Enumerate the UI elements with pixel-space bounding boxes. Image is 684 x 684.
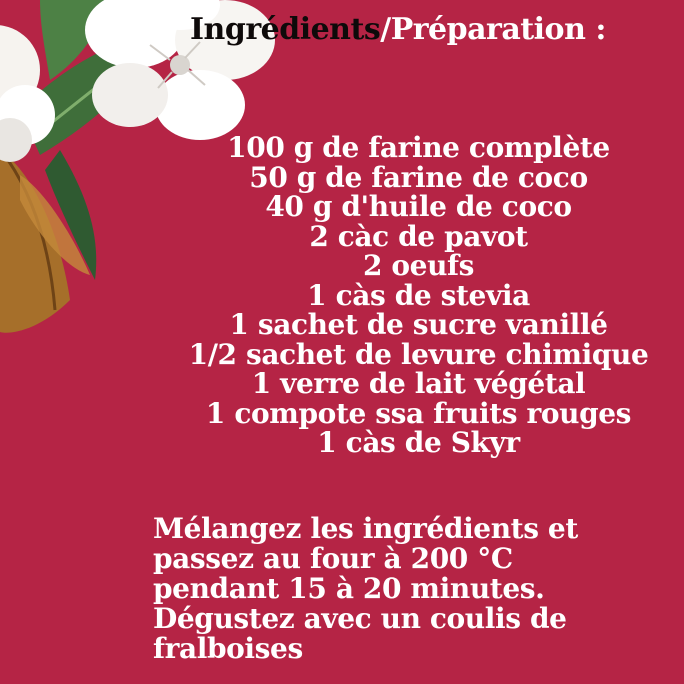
list-item: 2 càc de pavot xyxy=(309,219,528,253)
method-line: Mélangez les ingrédients et xyxy=(153,512,578,545)
method-line: pendant 15 à 20 minutes. xyxy=(153,572,545,605)
list-item: 100 g de farine complète xyxy=(227,131,610,164)
list-item: 2 oeufs xyxy=(362,249,475,282)
title-preparation: /Préparation : xyxy=(380,12,606,47)
method-line: Dégustez avec un coulis de xyxy=(153,602,567,635)
method-line: passez au four à 200 °C xyxy=(153,542,513,575)
list-item: 1 sachet de sucre vanillé xyxy=(229,308,608,341)
list-item: 40 g d'huile de coco xyxy=(265,190,572,223)
list-item: 1 compote ssa fruits rouges xyxy=(205,396,632,430)
page-title: Ingrédients/Préparation : xyxy=(190,10,606,50)
method-line: fralboises xyxy=(153,632,303,665)
ingredients-list: 100 g de farine complète 50 g de farine … xyxy=(155,133,682,458)
list-item: 1 verre de lait végétal xyxy=(251,367,586,400)
list-item: 50 g de farine de coco xyxy=(249,160,588,194)
list-item: 1 càs de stevia xyxy=(307,278,530,312)
list-item: 1 càs de Skyr xyxy=(317,426,520,459)
list-item: 1/2 sachet de levure chimique xyxy=(188,337,649,371)
preparation-text: Mélangez les ingrédients et passez au fo… xyxy=(153,514,678,664)
title-ingredients: Ingrédients xyxy=(190,12,381,47)
